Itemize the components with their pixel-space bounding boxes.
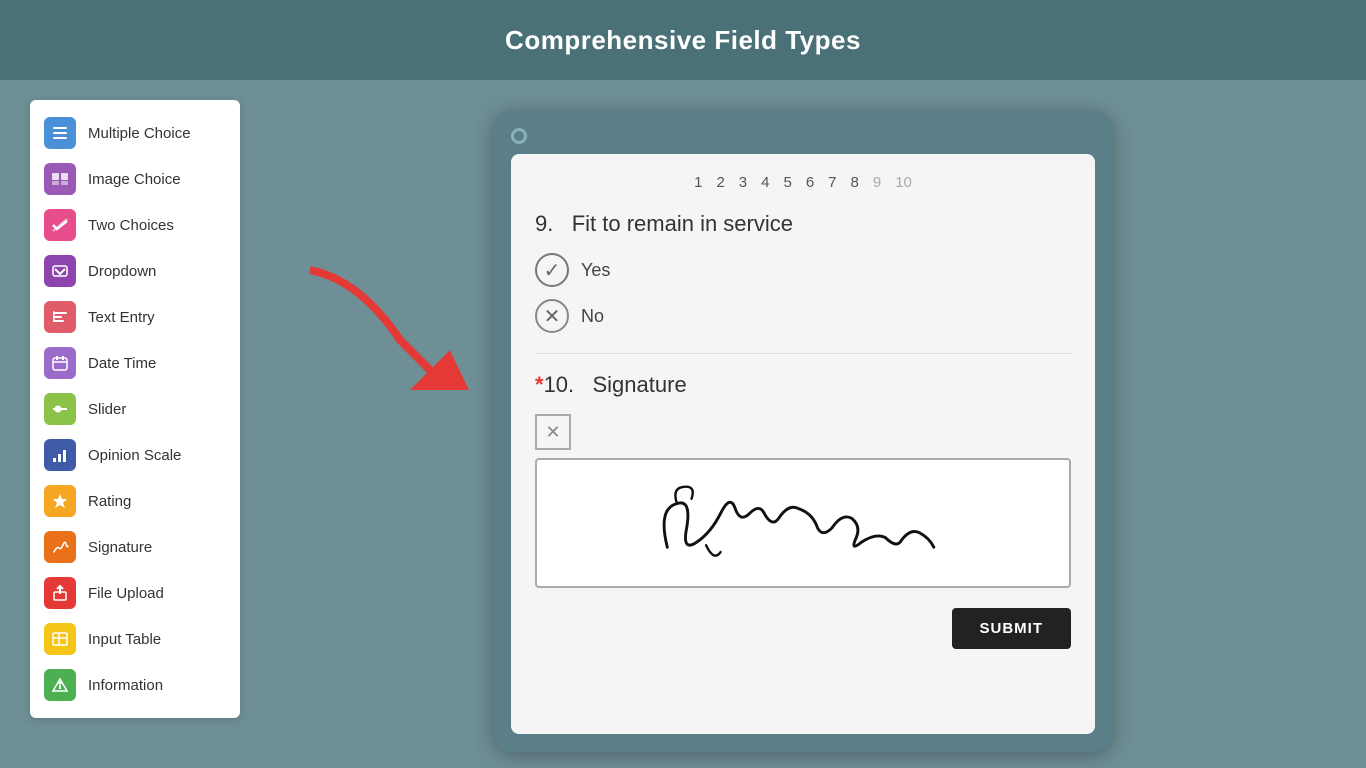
- question-9: 9. Fit to remain in service ✓ Yes: [535, 211, 1071, 333]
- sidebar-label-text-entry: Text Entry: [88, 309, 155, 326]
- sidebar-item-opinion-scale[interactable]: Opinion Scale: [30, 432, 240, 478]
- page-num-6[interactable]: 6: [806, 174, 814, 191]
- sidebar-item-multiple-choice[interactable]: Multiple Choice: [30, 110, 240, 156]
- tablet-screen: 123456789 10 9. Fit to remain in service …: [511, 154, 1095, 734]
- page-num-4[interactable]: 4: [761, 174, 769, 191]
- page-num-8[interactable]: 8: [851, 174, 859, 191]
- x-icon: ✕: [544, 304, 561, 329]
- image-choice-icon: [44, 163, 76, 195]
- sidebar-item-input-table[interactable]: Input Table: [30, 616, 240, 662]
- date-time-icon: [44, 347, 76, 379]
- checkmark-icon: ✓: [544, 258, 561, 283]
- input-table-icon: [44, 623, 76, 655]
- page-num-3[interactable]: 3: [739, 174, 747, 191]
- file-upload-icon: [44, 577, 76, 609]
- choice-no[interactable]: ✕ No: [535, 299, 1071, 333]
- choice-yes-label: Yes: [581, 260, 610, 281]
- signature-box[interactable]: [535, 458, 1071, 588]
- sidebar-label-date-time: Date Time: [88, 355, 156, 372]
- submit-button[interactable]: SUBMIT: [952, 608, 1072, 649]
- slider-icon: [44, 393, 76, 425]
- submit-area: SUBMIT: [535, 608, 1071, 649]
- question-9-title: 9. Fit to remain in service: [535, 211, 1071, 237]
- page-numbers: 123456789 10: [535, 174, 1071, 191]
- divider: [535, 353, 1071, 354]
- page-num-10[interactable]: 10: [895, 174, 912, 191]
- text-entry-icon: [44, 301, 76, 333]
- question-10: *10. Signature ✕: [535, 372, 1071, 588]
- tablet-camera: [511, 128, 527, 144]
- multiple-choice-icon: [44, 117, 76, 149]
- choice-yes-circle: ✓: [535, 253, 569, 287]
- x-clear-icon: ✕: [545, 422, 560, 443]
- header: Comprehensive Field Types: [0, 0, 1366, 80]
- sidebar-label-input-table: Input Table: [88, 631, 161, 648]
- sidebar-item-two-choices[interactable]: Two Choices: [30, 202, 240, 248]
- sidebar-label-slider: Slider: [88, 401, 126, 418]
- main-content: Multiple Choice Image Choice Two Choices Dr…: [0, 80, 1366, 768]
- page-num-1[interactable]: 1: [694, 174, 702, 191]
- choice-no-circle: ✕: [535, 299, 569, 333]
- sidebar-item-dropdown[interactable]: Dropdown: [30, 248, 240, 294]
- page-title: Comprehensive Field Types: [505, 25, 861, 56]
- sidebar-item-text-entry[interactable]: Text Entry: [30, 294, 240, 340]
- sidebar-item-rating[interactable]: Rating: [30, 478, 240, 524]
- signature-clear-button[interactable]: ✕: [535, 414, 571, 450]
- page-num-5[interactable]: 5: [783, 174, 791, 191]
- sidebar-item-signature[interactable]: Signature: [30, 524, 240, 570]
- choice-no-label: No: [581, 306, 604, 327]
- question-10-title: *10. Signature: [535, 372, 1071, 398]
- sidebar-item-date-time[interactable]: Date Time: [30, 340, 240, 386]
- sidebar-label-image-choice: Image Choice: [88, 171, 181, 188]
- page-num-2[interactable]: 2: [716, 174, 724, 191]
- sidebar-label-information: Information: [88, 677, 163, 694]
- sidebar-label-two-choices: Two Choices: [88, 217, 174, 234]
- sidebar-item-image-choice[interactable]: Image Choice: [30, 156, 240, 202]
- arrow-annotation: [280, 260, 480, 380]
- page-num-7[interactable]: 7: [828, 174, 836, 191]
- sidebar-label-opinion-scale: Opinion Scale: [88, 447, 181, 464]
- sidebar-label-multiple-choice: Multiple Choice: [88, 125, 191, 142]
- sidebar-item-slider[interactable]: Slider: [30, 386, 240, 432]
- sidebar-item-information[interactable]: Information: [30, 662, 240, 708]
- sidebar-label-dropdown: Dropdown: [88, 263, 156, 280]
- preview-area: 123456789 10 9. Fit to remain in service …: [270, 100, 1336, 748]
- opinion-scale-icon: [44, 439, 76, 471]
- sidebar-label-signature: Signature: [88, 539, 152, 556]
- tablet-frame: 123456789 10 9. Fit to remain in service …: [493, 110, 1113, 752]
- dropdown-icon: [44, 255, 76, 287]
- choice-yes[interactable]: ✓ Yes: [535, 253, 1071, 287]
- sidebar-label-file-upload: File Upload: [88, 585, 164, 602]
- rating-icon: [44, 485, 76, 517]
- signature-drawing: [537, 460, 1069, 586]
- sidebar: Multiple Choice Image Choice Two Choices Dr…: [30, 100, 240, 718]
- information-icon: [44, 669, 76, 701]
- sidebar-label-rating: Rating: [88, 493, 131, 510]
- signature-icon: [44, 531, 76, 563]
- sidebar-item-file-upload[interactable]: File Upload: [30, 570, 240, 616]
- page-num-9[interactable]: 9: [873, 174, 881, 191]
- two-choices-icon: [44, 209, 76, 241]
